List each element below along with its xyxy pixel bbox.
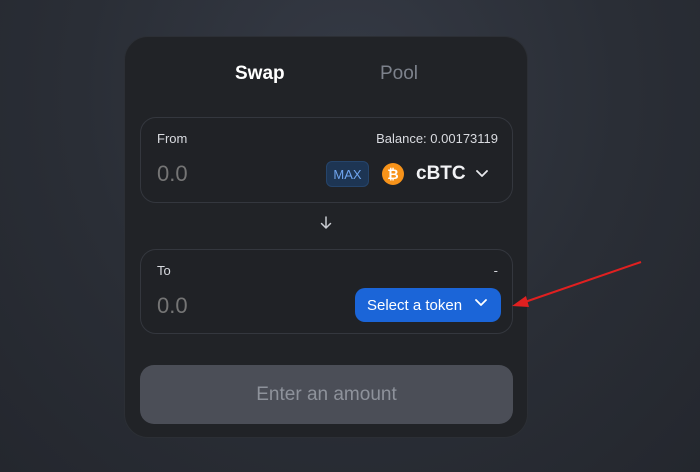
annotation-arrow-icon bbox=[512, 261, 642, 307]
